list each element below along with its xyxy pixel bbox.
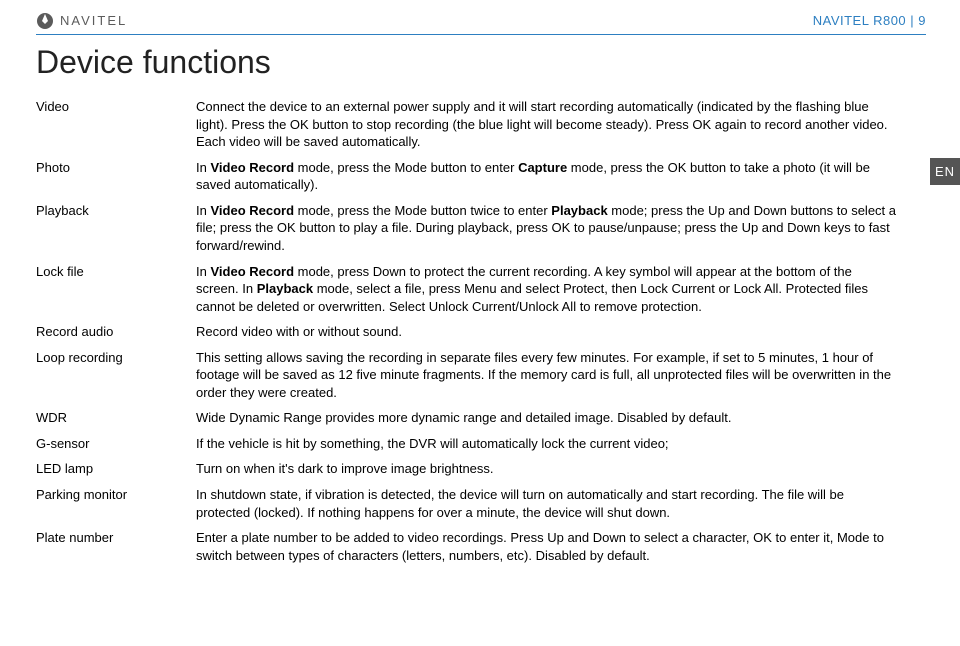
function-row: G-sensorIf the vehicle is hit by somethi… [36, 435, 926, 461]
function-row: PhotoIn Video Record mode, press the Mod… [36, 159, 926, 202]
function-description: In Video Record mode, press the Mode but… [196, 202, 926, 263]
function-label: WDR [36, 409, 196, 435]
function-label: Loop recording [36, 349, 196, 410]
page-title: Device functions [36, 41, 926, 84]
brand-logo: NAVITEL ® [36, 12, 127, 30]
function-row: LED lampTurn on when it's dark to improv… [36, 460, 926, 486]
function-label: LED lamp [36, 460, 196, 486]
function-row: Record audioRecord video with or without… [36, 323, 926, 349]
function-description: In Video Record mode, press Down to prot… [196, 263, 926, 324]
function-row: Loop recordingThis setting allows saving… [36, 349, 926, 410]
function-row: Lock fileIn Video Record mode, press Dow… [36, 263, 926, 324]
function-label: Lock file [36, 263, 196, 324]
functions-table: VideoConnect the device to an external p… [36, 98, 926, 572]
function-label: Parking monitor [36, 486, 196, 529]
function-description: If the vehicle is hit by something, the … [196, 435, 926, 461]
function-description: Record video with or without sound. [196, 323, 926, 349]
function-description: Connect the device to an external power … [196, 98, 926, 159]
logo-icon [36, 12, 54, 30]
function-row: WDRWide Dynamic Range provides more dyna… [36, 409, 926, 435]
function-row: Plate numberEnter a plate number to be a… [36, 529, 926, 572]
language-tab: EN [930, 158, 960, 185]
function-description: This setting allows saving the recording… [196, 349, 926, 410]
function-label: Plate number [36, 529, 196, 572]
function-label: Video [36, 98, 196, 159]
function-label: Record audio [36, 323, 196, 349]
function-description: In shutdown state, if vibration is detec… [196, 486, 926, 529]
function-label: Playback [36, 202, 196, 263]
page-header-right: NAVITEL R800 | 9 [813, 12, 926, 30]
function-label: G-sensor [36, 435, 196, 461]
function-description: In Video Record mode, press the Mode but… [196, 159, 926, 202]
brand-name: NAVITEL [60, 12, 127, 30]
function-description: Wide Dynamic Range provides more dynamic… [196, 409, 926, 435]
top-bar: NAVITEL ® NAVITEL R800 | 9 [36, 12, 926, 30]
function-row: VideoConnect the device to an external p… [36, 98, 926, 159]
function-label: Photo [36, 159, 196, 202]
function-row: Parking monitorIn shutdown state, if vib… [36, 486, 926, 529]
function-description: Turn on when it's dark to improve image … [196, 460, 926, 486]
header-divider [36, 34, 926, 35]
function-row: PlaybackIn Video Record mode, press the … [36, 202, 926, 263]
function-description: Enter a plate number to be added to vide… [196, 529, 926, 572]
